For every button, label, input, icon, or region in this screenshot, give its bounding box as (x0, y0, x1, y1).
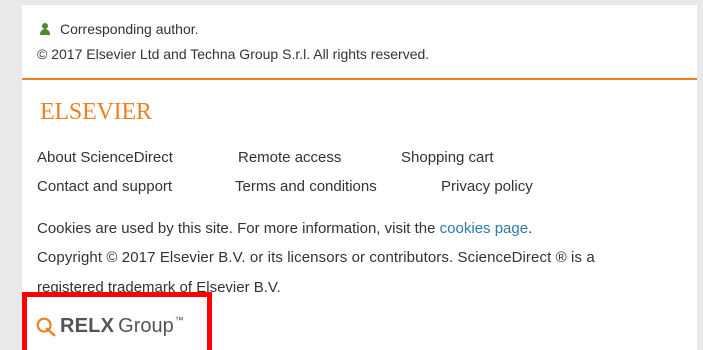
elsevier-logo[interactable]: ELSEVIER (40, 99, 152, 126)
corresponding-author-label: Corresponding author. (60, 21, 199, 37)
page-footer: Corresponding author. © 2017 Elsevier Lt… (22, 5, 697, 350)
site-copyright-line1: Copyright © 2017 Elsevier B.V. or its li… (37, 249, 595, 266)
article-copyright: © 2017 Elsevier Ltd and Techna Group S.r… (37, 46, 430, 62)
link-shopping-cart[interactable]: Shopping cart (401, 149, 494, 166)
link-remote-access[interactable]: Remote access (238, 149, 341, 166)
cookies-end: . (528, 220, 533, 237)
orange-divider (22, 78, 697, 80)
link-terms-conditions[interactable]: Terms and conditions (235, 178, 377, 195)
link-contact-support[interactable]: Contact and support (37, 178, 172, 195)
link-about-sciencedirect[interactable]: About ScienceDirect (37, 149, 173, 166)
cookies-notice: Cookies are used by this site. For more … (37, 220, 532, 237)
corresponding-author-line: Corresponding author. (37, 19, 429, 39)
highlight-box (22, 292, 212, 350)
person-icon (40, 23, 50, 35)
cookies-page-link[interactable]: cookies page (440, 220, 528, 237)
author-note: Corresponding author. © 2017 Elsevier Lt… (37, 19, 429, 64)
cookies-text: Cookies are used by this site. For more … (37, 220, 440, 237)
link-privacy-policy[interactable]: Privacy policy (441, 178, 533, 195)
